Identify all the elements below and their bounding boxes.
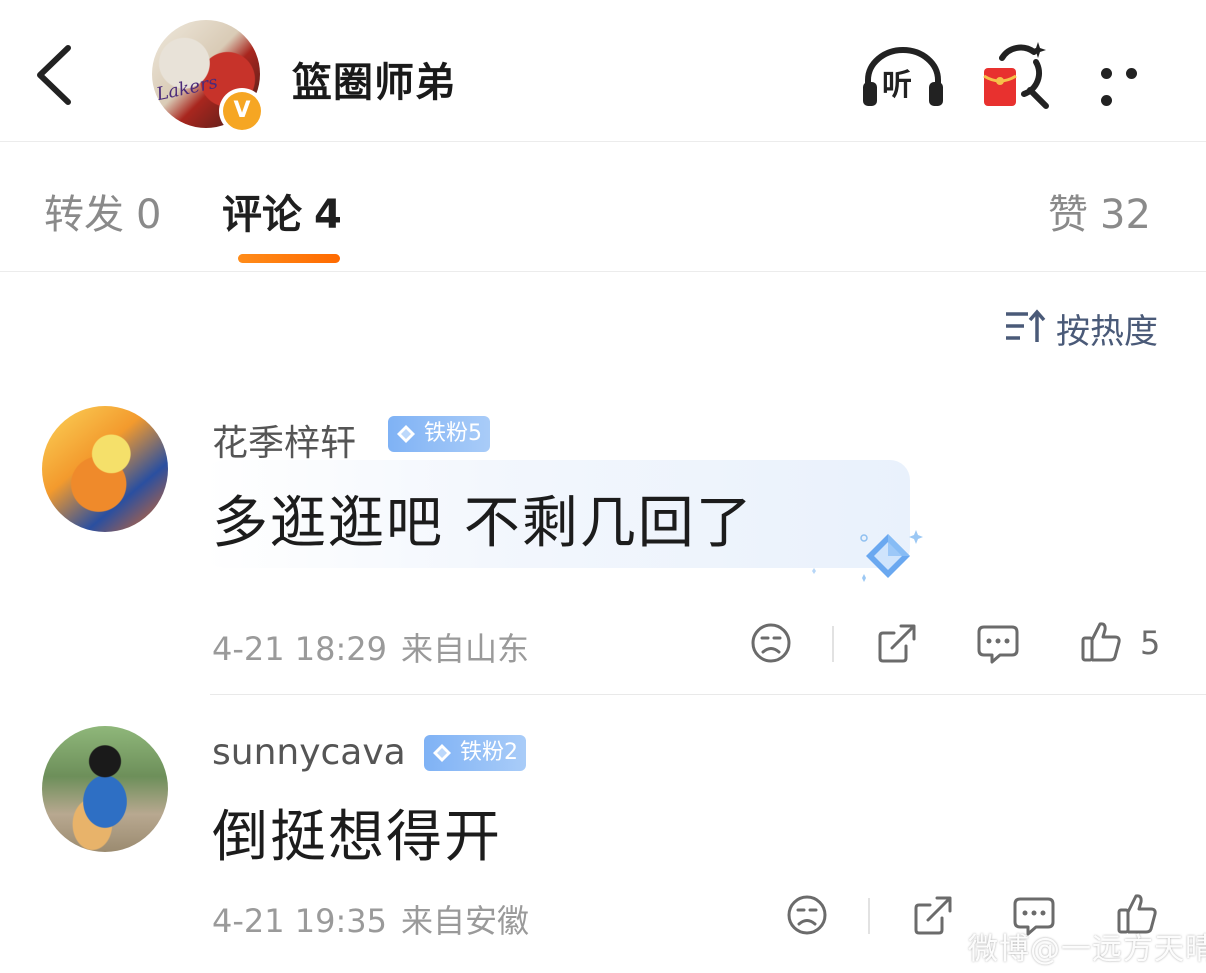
tab-repost-label: 转发: [44, 192, 124, 238]
commenter-username[interactable]: 花季梓轩: [212, 414, 356, 466]
share-button[interactable]: [912, 894, 954, 936]
watermark: 微博@一远方天晴: [968, 932, 1206, 967]
tab-comment-count: 4: [314, 192, 342, 238]
more-dots-icon: [1101, 68, 1112, 79]
share-button[interactable]: [876, 622, 918, 664]
top-bar: Lakers V 篮圈师弟 听: [0, 0, 1206, 142]
comment-text: 倒挺想得开: [212, 805, 502, 870]
tab-like[interactable]: 赞 32: [1048, 182, 1151, 240]
comment-meta: 4-21 18:29 来自山东: [212, 624, 529, 670]
fan-level-badge[interactable]: 铁粉2: [424, 735, 526, 771]
share-icon: [914, 896, 952, 935]
verified-badge: V: [219, 88, 265, 134]
page-title[interactable]: 篮圈师弟: [292, 50, 456, 108]
comment-date: 4-21 19:35: [212, 902, 388, 940]
action-divider: [832, 626, 834, 662]
sad-face-icon: [751, 623, 791, 663]
comment-divider: [210, 694, 1206, 695]
comment-location: 来自安徽: [401, 902, 530, 940]
tab-comment-label: 评论: [222, 192, 302, 238]
comment-meta: 4-21 19:35 来自安徽: [212, 896, 529, 942]
commenter-username[interactable]: sunnycava: [212, 732, 406, 773]
tab-repost[interactable]: 转发 0: [44, 182, 161, 240]
tab-like-label: 赞: [1048, 192, 1088, 238]
action-divider: [868, 898, 870, 934]
sad-face-icon: [787, 895, 827, 935]
like-count: 5: [1140, 624, 1161, 662]
avatar-jersey-text: Lakers: [154, 71, 220, 106]
tab-like-count: 32: [1100, 192, 1151, 238]
dislike-button[interactable]: [786, 894, 828, 936]
fan-badge-label: 铁粉2: [460, 740, 518, 765]
diamond-icon: [433, 744, 451, 762]
comment-location: 来自山东: [401, 630, 530, 668]
more-dots-icon: [1101, 95, 1112, 106]
sort-label: 按热度: [1056, 312, 1158, 352]
fan-badge-label: 铁粉5: [424, 421, 482, 446]
dislike-button[interactable]: [750, 622, 792, 664]
diamond-icon: [397, 425, 415, 443]
red-packet-search-icon: [983, 42, 1049, 109]
sort-icon: [1006, 309, 1046, 342]
comment-date: 4-21 18:29: [212, 630, 388, 668]
back-button[interactable]: [30, 42, 80, 108]
comment-text: 多逛逛吧 不剩几回了: [212, 491, 754, 556]
tab-bar: 转发 0 评论 4 赞 32: [0, 142, 1206, 272]
diamond-sparkle-icon: [812, 530, 923, 582]
verified-badge-label: V: [223, 92, 261, 130]
share-icon: [878, 624, 916, 663]
more-dots-icon: [1126, 68, 1137, 79]
listen-label: 听: [882, 68, 912, 103]
reply-button[interactable]: [976, 624, 1020, 664]
like-button[interactable]: [1080, 620, 1122, 664]
commenter-avatar[interactable]: [42, 726, 168, 852]
active-tab-indicator: [238, 254, 340, 263]
commenter-avatar[interactable]: [42, 406, 168, 532]
thumbs-up-icon: [1081, 622, 1121, 662]
more-options-button[interactable]: [1094, 62, 1166, 106]
fan-level-badge[interactable]: 铁粉5: [388, 416, 490, 452]
comment-icon: [977, 625, 1019, 664]
red-packet-search-button[interactable]: [980, 40, 1052, 112]
tab-comment[interactable]: 评论 4: [222, 182, 342, 240]
back-arrow-icon: [37, 45, 71, 105]
tab-repost-count: 0: [136, 192, 162, 238]
